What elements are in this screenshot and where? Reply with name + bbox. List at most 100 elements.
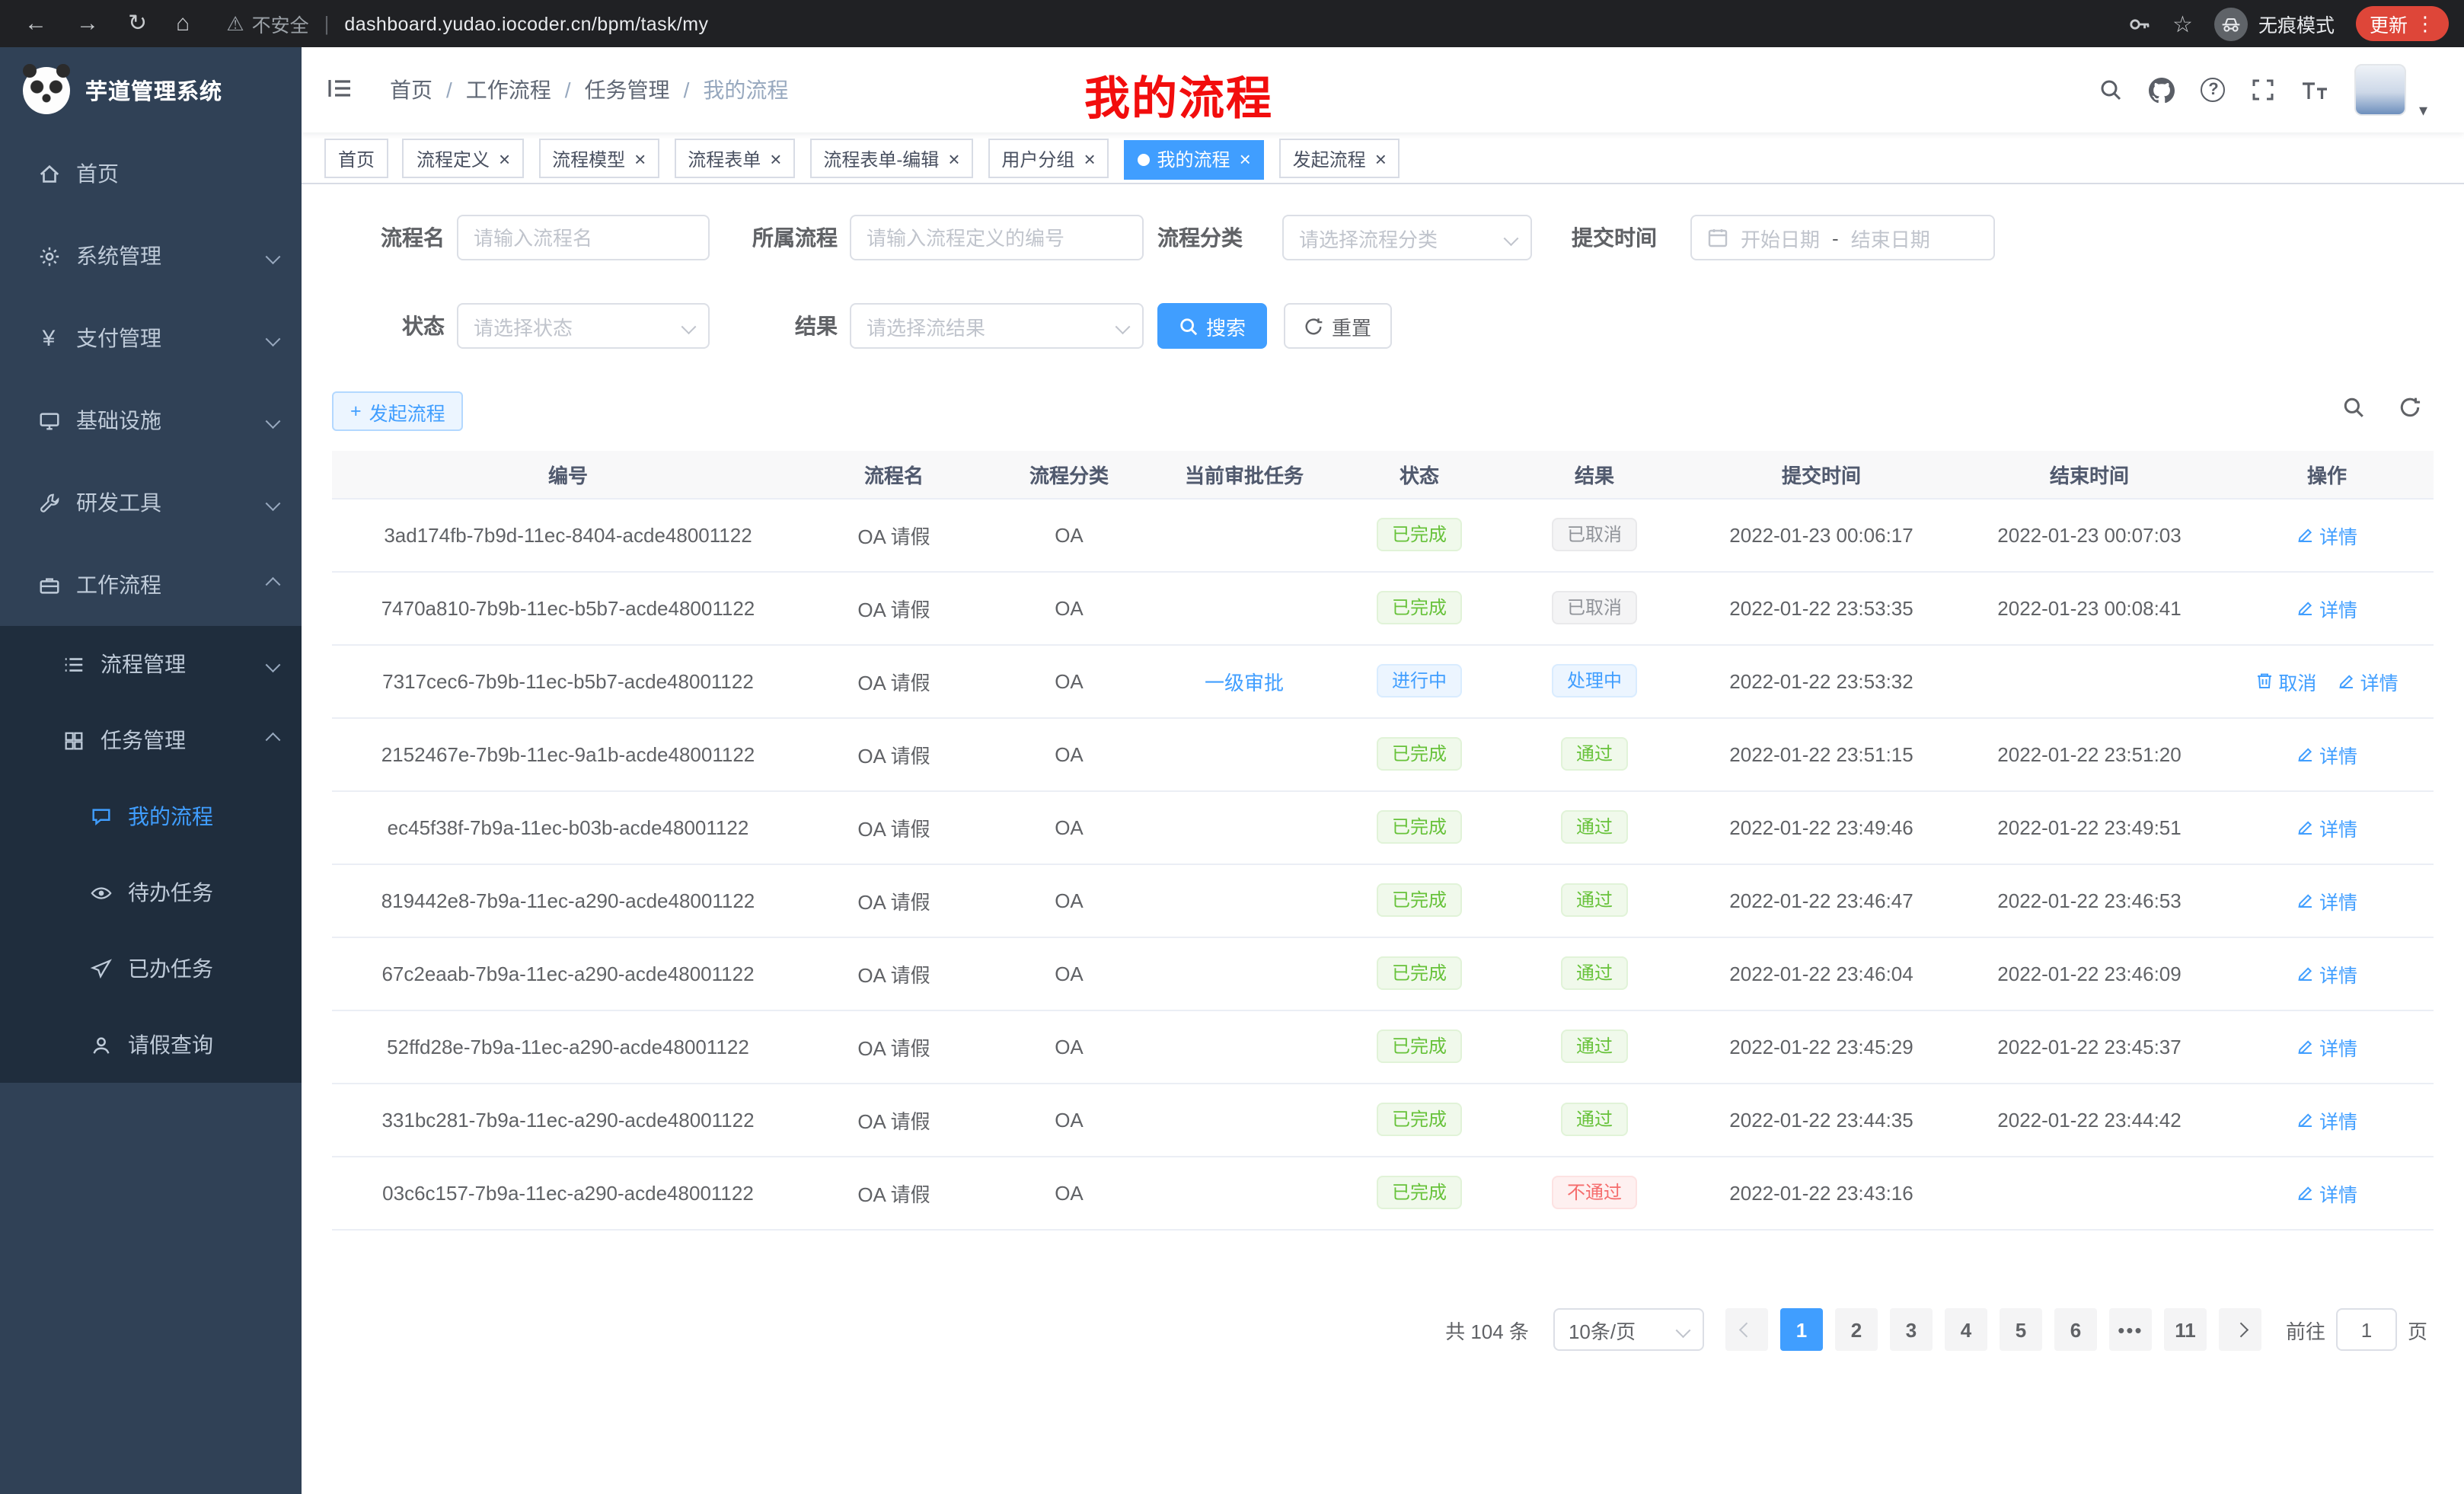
address-bar[interactable]: ⚠ 不安全 | dashboard.yudao.iocoder.cn/bpm/t… <box>226 9 708 38</box>
detail-link[interactable]: 详情 <box>2296 1105 2357 1134</box>
column-header: 状态 <box>1334 451 1505 498</box>
sidebar-item-todo-tasks[interactable]: 待办任务 <box>0 854 302 931</box>
start-date-placeholder[interactable]: 开始日期 <box>1741 223 1820 252</box>
result-select[interactable]: 请选择流结果 <box>850 303 1144 349</box>
detail-link[interactable]: 详情 <box>2296 959 2357 988</box>
category-select[interactable]: 请选择流程分类 <box>1282 215 1532 260</box>
column-header: 当前审批任务 <box>1154 451 1334 498</box>
search-icon[interactable] <box>2099 78 2124 102</box>
close-icon[interactable]: × <box>499 148 510 168</box>
browser-home-button[interactable]: ⌂ <box>176 12 190 35</box>
detail-link[interactable]: 详情 <box>2296 520 2357 549</box>
sidebar-item-my-processes[interactable]: 我的流程 <box>0 778 302 854</box>
tab-label: 流程定义 <box>417 145 490 171</box>
password-key-icon[interactable] <box>2127 11 2151 36</box>
sidebar-collapse-icon[interactable] <box>326 76 353 108</box>
toggle-search-icon[interactable] <box>2342 396 2365 419</box>
detail-link[interactable]: 详情 <box>2296 886 2357 915</box>
next-page-button[interactable] <box>2219 1308 2261 1351</box>
result-badge: 处理中 <box>1552 664 1637 698</box>
sidebar-item-devtools[interactable]: 研发工具 <box>0 461 302 544</box>
sidebar-item-payment[interactable]: ¥ 支付管理 <box>0 297 302 379</box>
tab[interactable]: 发起流程 × <box>1279 139 1400 178</box>
sidebar-item-done-tasks[interactable]: 已办任务 <box>0 931 302 1007</box>
prev-page-button[interactable] <box>1725 1308 1768 1351</box>
browser-menu-icon[interactable]: ⋮ <box>2415 14 2435 34</box>
detail-link[interactable]: 详情 <box>2296 812 2357 841</box>
help-icon[interactable]: ? <box>2201 78 2226 102</box>
tab[interactable]: 首页 <box>324 139 388 178</box>
sidebar-item-process-management[interactable]: 流程管理 <box>0 626 302 702</box>
page-button[interactable]: 5 <box>2000 1308 2042 1351</box>
tab[interactable]: 流程模型 × <box>538 139 659 178</box>
page-button[interactable]: 11 <box>2164 1308 2207 1351</box>
status-cell: 已完成 <box>1334 1010 1505 1083</box>
page-button[interactable]: ••• <box>2109 1308 2152 1351</box>
detail-link[interactable]: 详情 <box>2296 593 2357 622</box>
font-size-icon[interactable] <box>2302 79 2329 101</box>
tab[interactable]: 流程定义 × <box>403 139 524 178</box>
submit-time-range-picker[interactable]: 开始日期 - 结束日期 <box>1690 215 1995 260</box>
tab[interactable]: 流程表单-编辑 × <box>809 139 973 178</box>
github-icon[interactable] <box>2150 77 2175 103</box>
url-text[interactable]: dashboard.yudao.iocoder.cn/bpm/task/my <box>344 13 708 34</box>
process-category-cell: OA <box>984 498 1154 571</box>
sidebar-item-task-management[interactable]: 任务管理 <box>0 702 302 778</box>
close-icon[interactable]: × <box>634 148 646 168</box>
close-icon[interactable]: × <box>1084 148 1095 168</box>
bookmark-star-icon[interactable]: ☆ <box>2172 10 2193 37</box>
parent-process-input[interactable] <box>850 215 1144 260</box>
current-task-link[interactable]: 一级审批 <box>1205 671 1284 694</box>
incognito-badge: 无痕模式 <box>2214 7 2335 40</box>
close-icon[interactable]: × <box>948 148 959 168</box>
page-button[interactable]: 6 <box>2054 1308 2097 1351</box>
status-badge: 已完成 <box>1377 956 1462 990</box>
breadcrumb-item[interactable]: 首页 <box>390 75 466 105</box>
browser-back-button[interactable]: ← <box>24 12 47 35</box>
close-icon[interactable]: × <box>770 148 781 168</box>
status-badge: 已完成 <box>1377 591 1462 624</box>
cancel-link[interactable]: 取消 <box>2255 666 2316 695</box>
refresh-icon[interactable] <box>2399 396 2421 419</box>
detail-link[interactable]: 详情 <box>2338 666 2399 695</box>
goto-page-input[interactable] <box>2336 1308 2397 1351</box>
tab[interactable]: 我的流程 × <box>1124 139 1265 179</box>
browser-reload-button[interactable]: ↻ <box>128 12 147 35</box>
search-button[interactable]: 搜索 <box>1157 303 1267 349</box>
page-button[interactable]: 2 <box>1835 1308 1878 1351</box>
page-button[interactable]: 1 <box>1780 1308 1823 1351</box>
browser-forward-button[interactable]: → <box>76 12 99 35</box>
breadcrumb-item[interactable]: 任务管理 <box>585 75 704 105</box>
create-process-button[interactable]: + 发起流程 <box>332 391 464 431</box>
detail-link[interactable]: 详情 <box>2296 1032 2357 1061</box>
page-size-select[interactable]: 10条/页 <box>1553 1308 1704 1351</box>
caret-down-icon[interactable]: ▾ <box>2419 101 2427 120</box>
avatar[interactable] <box>2355 64 2407 116</box>
sidebar-item-leave-query[interactable]: 请假查询 <box>0 1007 302 1083</box>
browser-update-button[interactable]: 更新 ⋮ <box>2356 6 2449 41</box>
close-icon[interactable]: × <box>1375 148 1387 168</box>
app-logo[interactable]: 芋道管理系统 <box>0 47 302 132</box>
tab[interactable]: 流程表单 × <box>674 139 795 178</box>
page-button[interactable]: 4 <box>1945 1308 1987 1351</box>
sidebar-item-home[interactable]: 首页 <box>0 132 302 215</box>
sidebar-item-system[interactable]: 系统管理 <box>0 215 302 297</box>
status-select[interactable]: 请选择状态 <box>457 303 710 349</box>
security-label[interactable]: 不安全 <box>252 9 309 38</box>
sidebar-item-infrastructure[interactable]: 基础设施 <box>0 379 302 461</box>
reset-button-label: 重置 <box>1332 311 1371 340</box>
close-icon[interactable]: × <box>1240 149 1251 169</box>
process-name-input[interactable] <box>457 215 710 260</box>
fullscreen-icon[interactable] <box>2252 78 2276 102</box>
tab[interactable]: 用户分组 × <box>988 139 1109 178</box>
breadcrumb-item[interactable]: 工作流程 <box>466 75 585 105</box>
detail-link[interactable]: 详情 <box>2296 739 2357 768</box>
breadcrumb-item[interactable]: 我的流程 <box>703 75 788 105</box>
reset-button[interactable]: 重置 <box>1284 303 1392 349</box>
end-date-placeholder[interactable]: 结束日期 <box>1851 223 1930 252</box>
sidebar-item-workflow[interactable]: 工作流程 <box>0 544 302 626</box>
table-row: 7317cec6-7b9b-11ec-b5b7-acde48001122 OA … <box>332 644 2434 717</box>
page-button[interactable]: 3 <box>1890 1308 1933 1351</box>
detail-link[interactable]: 详情 <box>2296 1178 2357 1207</box>
submit-time-cell: 2022-01-23 00:06:17 <box>1684 498 1958 571</box>
